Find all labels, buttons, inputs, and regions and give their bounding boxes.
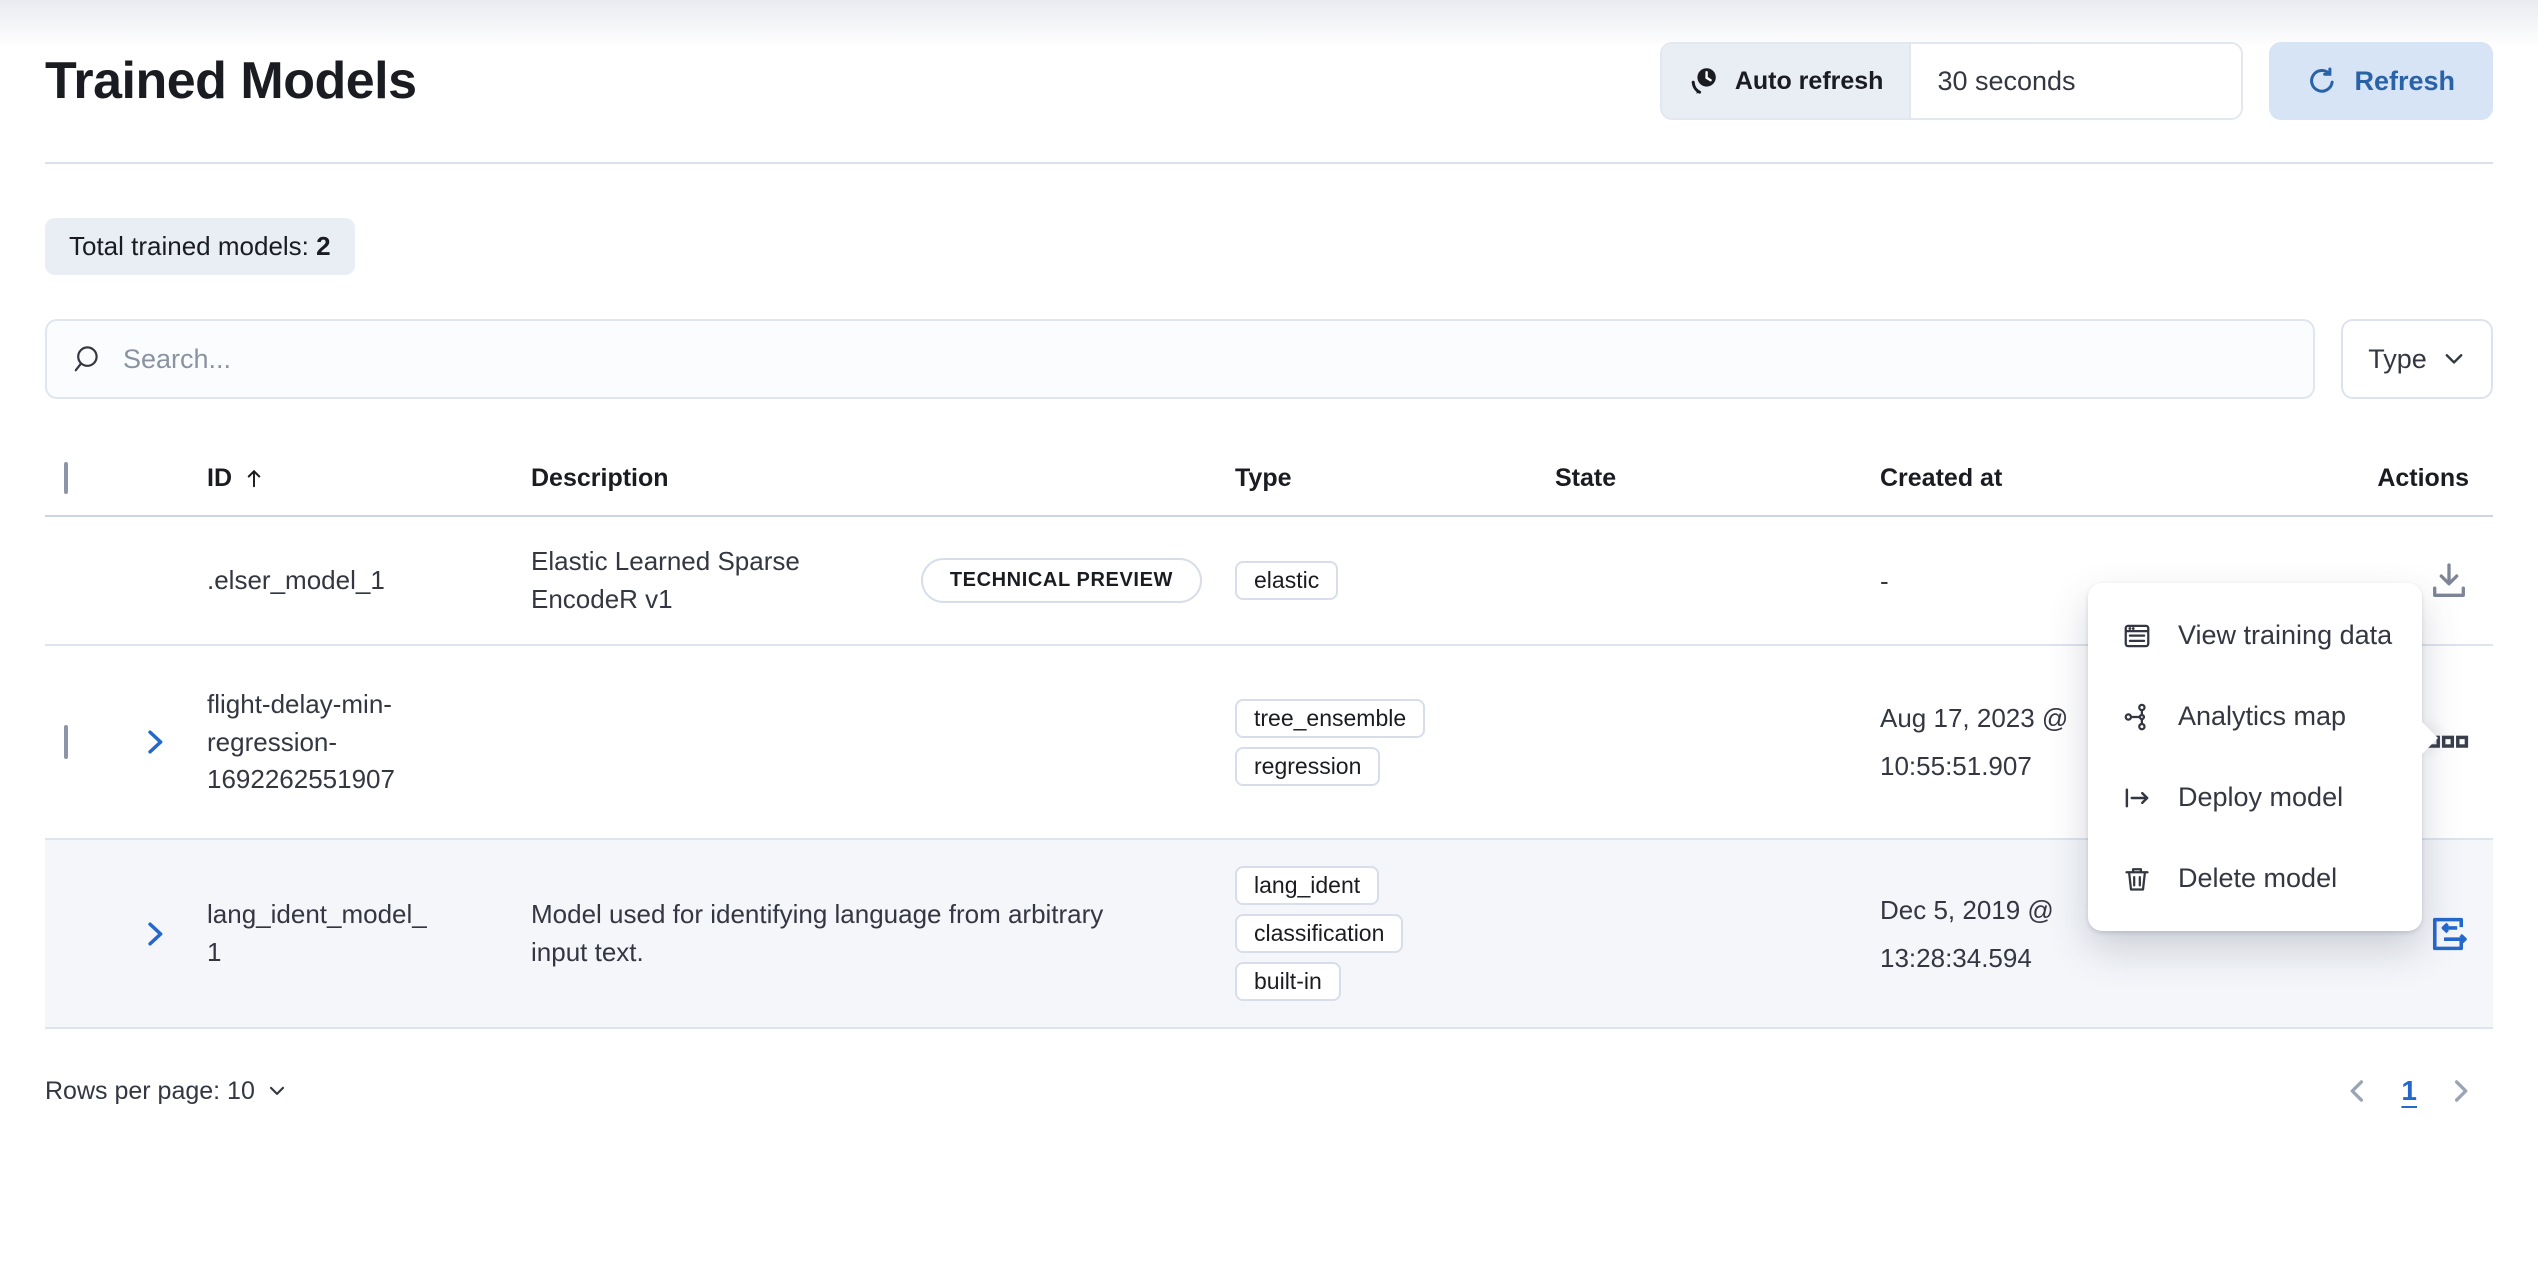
type-filter-label: Type: [2368, 344, 2427, 375]
model-created-at: Dec 5, 2019 @ 13:28:34.594: [1861, 860, 2087, 1008]
refresh-button[interactable]: Refresh: [2269, 42, 2493, 120]
search-icon: [71, 343, 103, 375]
row-actions-menu: View training data Analytics map Deploy …: [2088, 583, 2422, 931]
menu-item-deploy-model[interactable]: Deploy model: [2088, 757, 2422, 838]
column-header-type[interactable]: Type: [1216, 464, 1536, 493]
column-header-description[interactable]: Description: [512, 464, 1216, 493]
pagination: 1: [2343, 1075, 2493, 1107]
next-page-button[interactable]: [2447, 1077, 2475, 1105]
time-refresh-icon: [1688, 65, 1720, 97]
auto-refresh-label: Auto refresh: [1735, 67, 1884, 96]
type-tag: lang_ident: [1235, 866, 1379, 905]
filter-bar: Type: [45, 319, 2493, 399]
page-title: Trained Models: [45, 51, 417, 111]
header-controls: Auto refresh Refresh: [1660, 42, 2493, 120]
chevron-right-icon: [140, 919, 170, 949]
test-model-icon[interactable]: [2425, 911, 2471, 957]
refresh-icon: [2307, 66, 2337, 96]
auto-refresh-toggle[interactable]: Auto refresh: [1662, 44, 1912, 118]
search-input[interactable]: [123, 344, 2289, 375]
analytics-map-icon: [2122, 702, 2152, 732]
type-filter-button[interactable]: Type: [2341, 319, 2493, 399]
model-description-cell: Elastic Learned Sparse EncodeR v1 TECHNI…: [512, 517, 1216, 644]
menu-item-label: Deploy model: [2178, 782, 2343, 813]
row-checkbox[interactable]: [64, 725, 68, 759]
previous-page-button[interactable]: [2343, 1077, 2371, 1105]
menu-item-label: View training data: [2178, 620, 2392, 651]
table-header-row: ID Description Type State Created at Act…: [45, 441, 2493, 517]
total-models-count: 2: [316, 231, 330, 261]
type-tag: elastic: [1235, 561, 1338, 600]
select-all-checkbox[interactable]: [64, 462, 68, 494]
menu-item-label: Delete model: [2178, 863, 2337, 894]
expand-row-button[interactable]: [140, 727, 170, 757]
page-header: Trained Models Auto refresh: [45, 0, 2493, 120]
model-description: Model used for identifying language from…: [531, 896, 1141, 971]
type-tag: regression: [1235, 747, 1380, 786]
model-id: lang_ident_model_1: [188, 870, 440, 997]
model-id: flight-delay-min-regression-169226255190…: [188, 660, 440, 825]
type-tag: built-in: [1235, 962, 1341, 1001]
technical-preview-badge: TECHNICAL PREVIEW: [921, 558, 1202, 603]
download-icon[interactable]: [2427, 559, 2471, 603]
total-models-badge: Total trained models: 2: [45, 218, 355, 275]
menu-item-analytics-map[interactable]: Analytics map: [2088, 676, 2422, 757]
deploy-icon: [2122, 783, 2152, 813]
header-divider: [45, 162, 2493, 164]
model-description: Elastic Learned Sparse EncodeR v1: [531, 543, 813, 618]
type-tag: classification: [1235, 914, 1403, 953]
type-tags: tree_ensemble regression: [1235, 699, 1536, 786]
rows-per-page-button[interactable]: Rows per page: 10: [45, 1077, 287, 1106]
training-data-icon: [2122, 621, 2152, 651]
search-box: [45, 319, 2315, 399]
table-footer: Rows per page: 10 1: [45, 1075, 2493, 1107]
total-models-label: Total trained models:: [69, 231, 316, 261]
column-header-actions: Actions: [2105, 464, 2493, 493]
auto-refresh-group: Auto refresh: [1660, 42, 2244, 120]
sort-ascending-icon: [242, 466, 266, 490]
trash-icon: [2122, 864, 2152, 894]
model-created-at: Aug 17, 2023 @ 10:55:51.907: [1861, 668, 2087, 816]
chevron-down-icon: [267, 1081, 287, 1101]
rows-per-page-label: Rows per page: 10: [45, 1077, 255, 1106]
page-number[interactable]: 1: [2401, 1075, 2417, 1107]
model-created-at: -: [1861, 557, 2087, 605]
expand-row-button[interactable]: [140, 919, 170, 949]
menu-item-view-training-data[interactable]: View training data: [2088, 595, 2422, 676]
type-tag: tree_ensemble: [1235, 699, 1425, 738]
refresh-button-label: Refresh: [2354, 66, 2455, 97]
column-header-created[interactable]: Created at: [1861, 464, 2105, 493]
menu-item-delete-model[interactable]: Delete model: [2088, 838, 2422, 919]
column-header-state[interactable]: State: [1536, 464, 1861, 493]
type-tags: elastic: [1235, 561, 1536, 600]
menu-item-label: Analytics map: [2178, 701, 2346, 732]
trained-models-page: Trained Models Auto refresh: [0, 0, 2538, 1107]
model-id: .elser_model_1: [188, 536, 440, 626]
column-header-id[interactable]: ID: [188, 464, 512, 493]
chevron-down-icon: [2442, 347, 2466, 371]
type-tags: lang_ident classification built-in: [1235, 866, 1536, 1001]
refresh-interval-input[interactable]: [1911, 44, 2241, 118]
chevron-right-icon: [140, 727, 170, 757]
